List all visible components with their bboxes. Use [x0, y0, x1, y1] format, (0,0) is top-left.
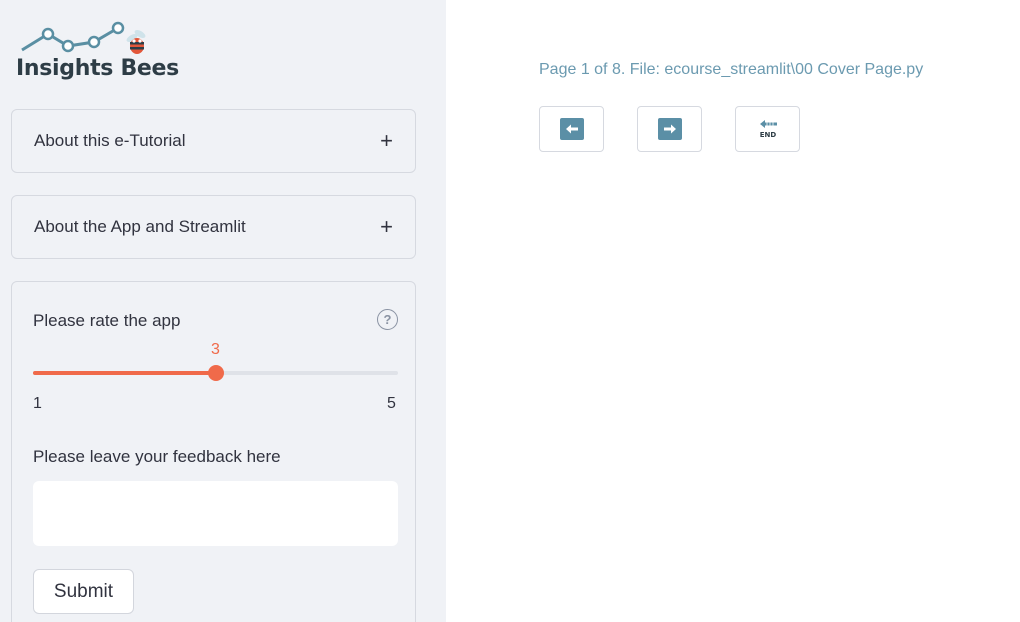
arrow-right-icon: [657, 118, 682, 140]
expander-about-tutorial[interactable]: About this e-Tutorial +: [11, 109, 416, 173]
slider-thumb[interactable]: [207, 365, 224, 381]
end-page-button[interactable]: END: [735, 106, 800, 152]
rating-label: Please rate the app: [33, 311, 181, 330]
line-chart-logo-icon: [21, 21, 146, 54]
next-page-button[interactable]: [637, 106, 702, 152]
help-icon[interactable]: ?: [377, 309, 398, 330]
slider-min-label: 1: [33, 395, 42, 412]
insights-bees-logo: Insights Bees: [14, 20, 179, 86]
arrow-left-icon: [559, 118, 584, 140]
feedback-form: Please rate the app ? 3 1 5 Please leave…: [11, 281, 416, 622]
submit-button[interactable]: Submit: [33, 569, 134, 614]
slider-fill: [33, 371, 216, 375]
expander-about-app[interactable]: About the App and Streamlit +: [11, 195, 416, 259]
plus-icon: +: [380, 128, 393, 153]
slider-max-label: 5: [387, 395, 396, 412]
expander-label: About the App and Streamlit: [34, 217, 246, 236]
end-label: END: [759, 131, 776, 139]
rating-slider[interactable]: [33, 365, 398, 381]
previous-page-button[interactable]: [539, 106, 604, 152]
end-arrow-icon: END: [759, 120, 777, 139]
feedback-textarea[interactable]: [33, 481, 398, 546]
page-info: Page 1 of 8. File: ecourse_streamlit\00 …: [539, 61, 924, 78]
logo-text: Insights Bees: [16, 56, 179, 81]
plus-icon: +: [380, 214, 393, 239]
sidebar: Insights Bees About this e-Tutorial + Ab…: [0, 0, 446, 622]
expander-label: About this e-Tutorial: [34, 131, 186, 150]
feedback-label: Please leave your feedback here: [33, 447, 281, 466]
slider-value: 3: [211, 341, 220, 358]
